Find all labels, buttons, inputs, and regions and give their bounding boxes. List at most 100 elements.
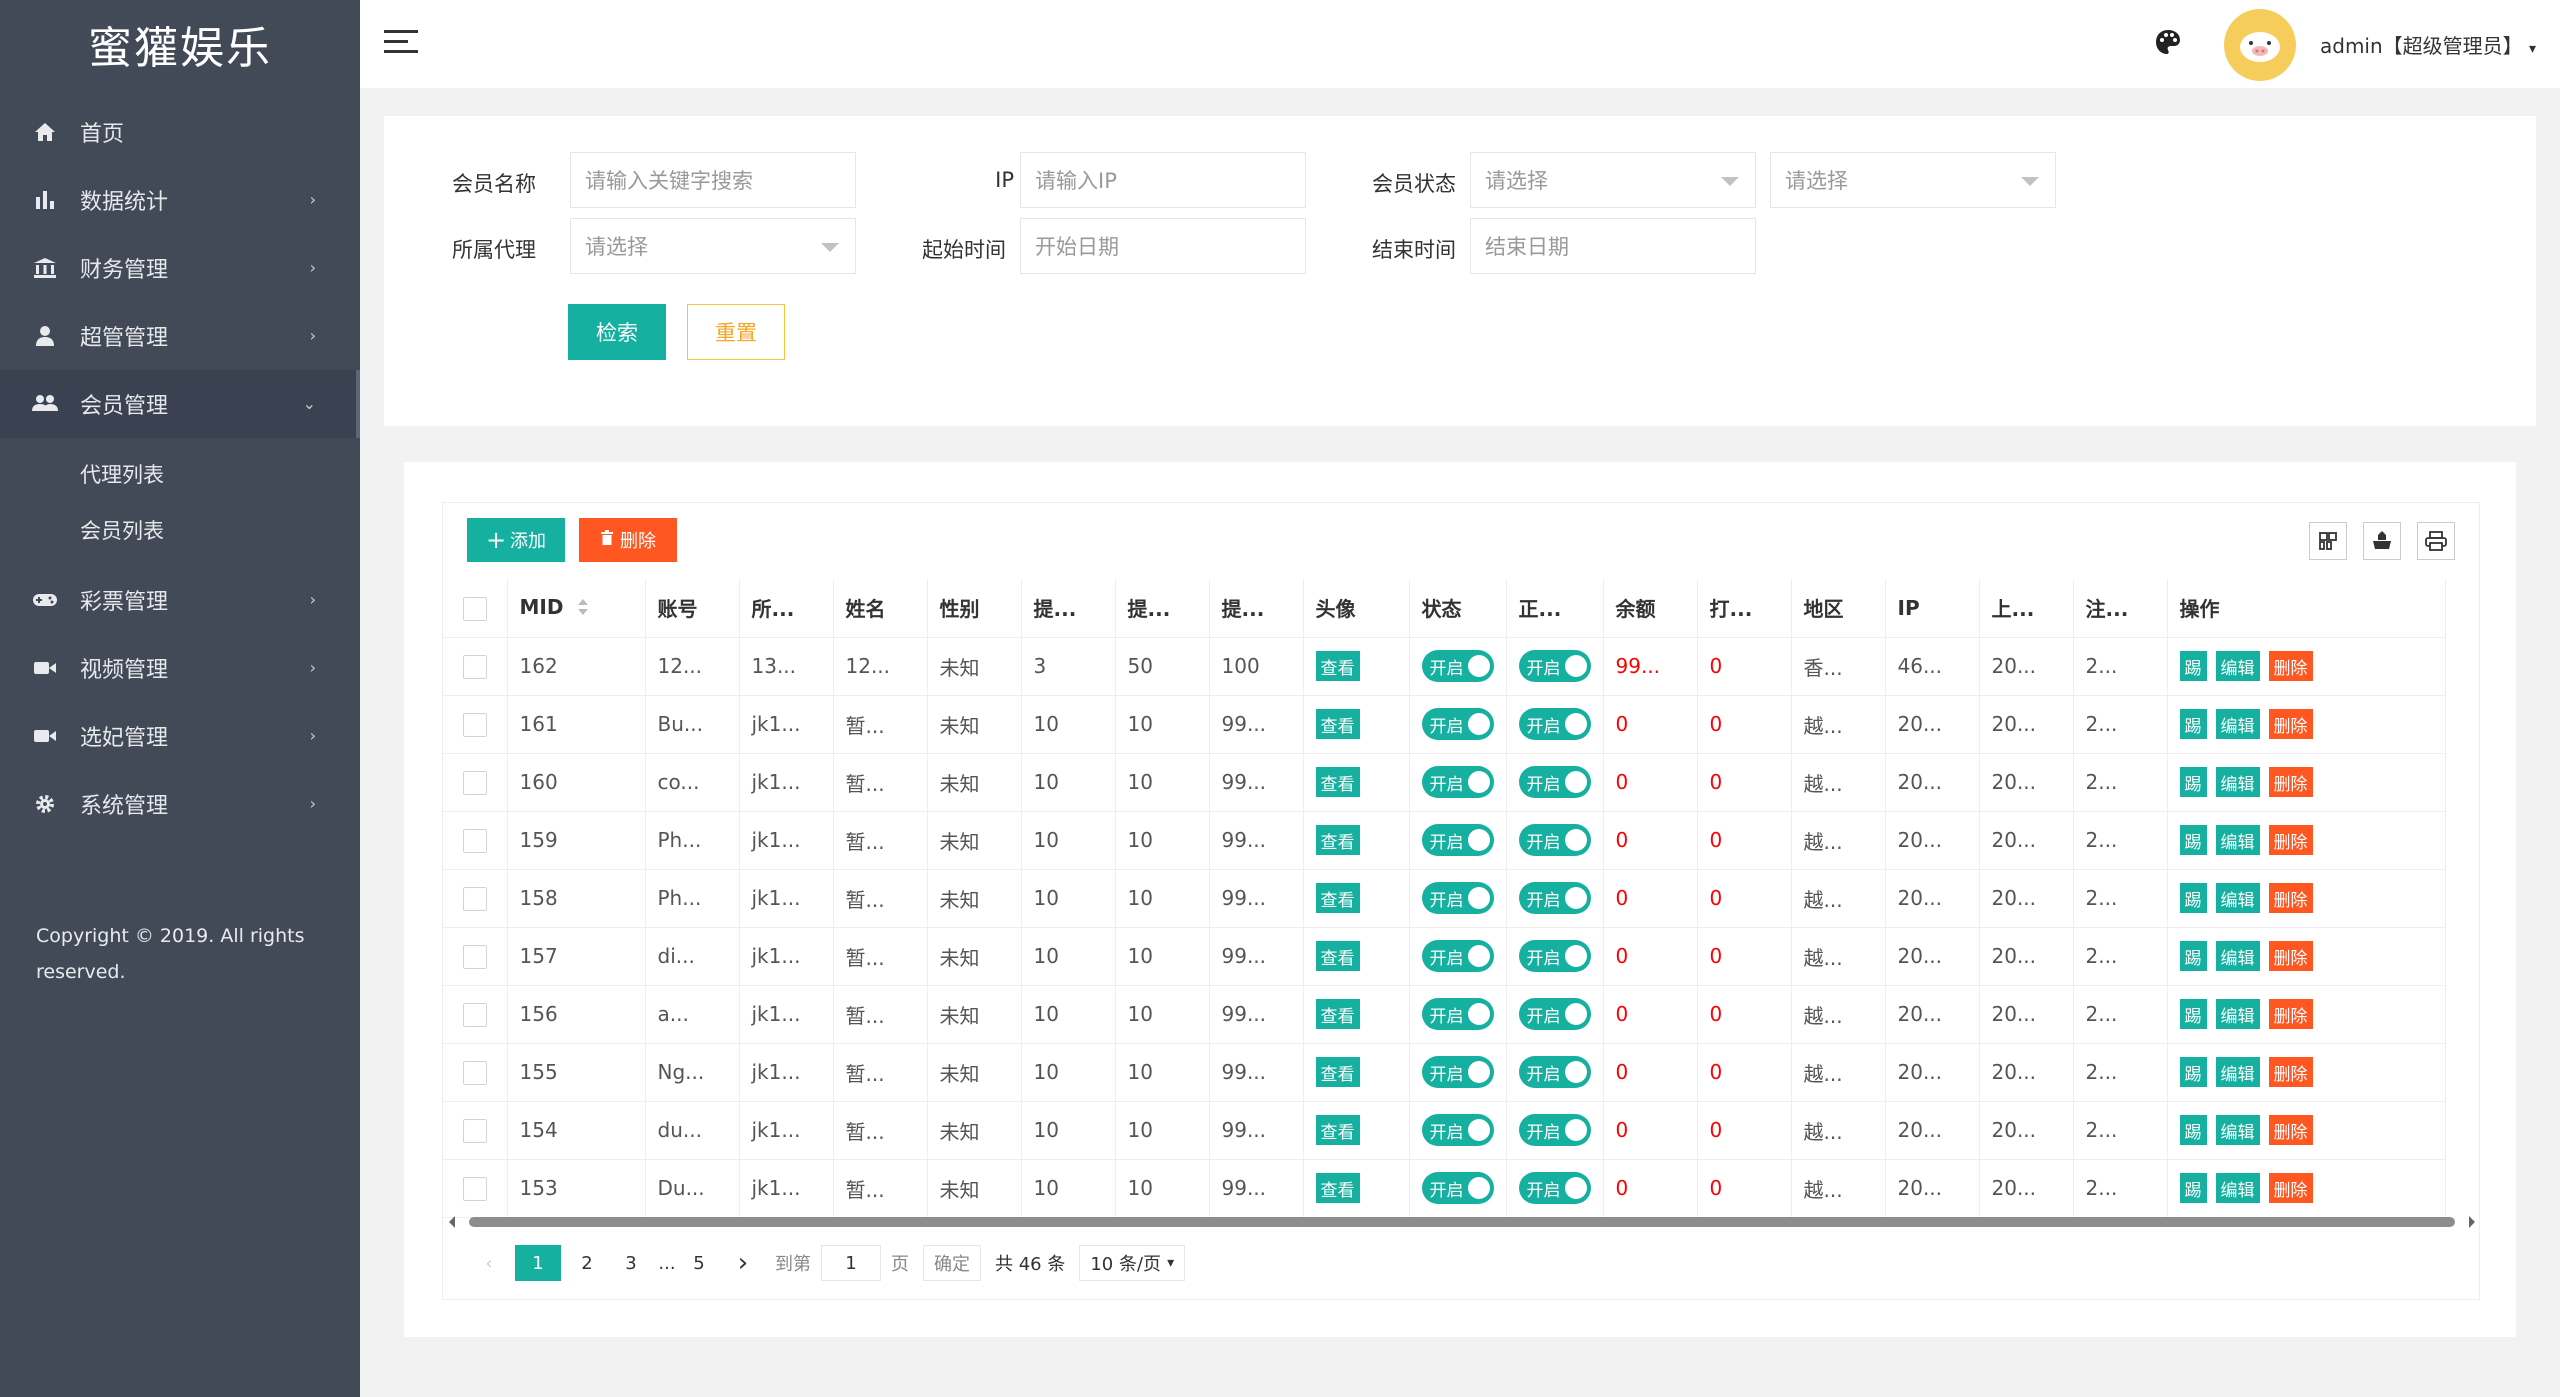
view-avatar-button[interactable]: 查看 [1315, 1057, 1360, 1087]
view-avatar-button[interactable]: 查看 [1315, 1173, 1360, 1203]
kick-button[interactable]: 踢 [2179, 1115, 2207, 1145]
row-checkbox[interactable] [462, 1002, 487, 1027]
avatar[interactable] [2224, 9, 2296, 81]
delete-row-button[interactable]: 删除 [2268, 1057, 2313, 1087]
delete-row-button[interactable]: 删除 [2268, 883, 2313, 913]
scrollbar-thumb[interactable] [469, 1217, 2455, 1227]
status-toggle[interactable]: 开启 [1421, 766, 1494, 798]
normal-toggle[interactable]: 开启 [1518, 708, 1591, 740]
sidebar-item-lottery[interactable]: 彩票管理 › [0, 566, 360, 634]
horizontal-scrollbar[interactable] [443, 1215, 2481, 1229]
member-status-select-2[interactable]: 请选择 [1770, 152, 2056, 208]
palette-icon[interactable] [2154, 28, 2182, 56]
status-toggle[interactable]: 开启 [1421, 998, 1494, 1030]
scroll-right-icon[interactable] [2467, 1215, 2477, 1229]
edit-button[interactable]: 编辑 [2215, 1057, 2260, 1087]
row-checkbox[interactable] [462, 828, 487, 853]
kick-button[interactable]: 踢 [2179, 1057, 2207, 1087]
row-checkbox[interactable] [462, 770, 487, 795]
edit-button[interactable]: 编辑 [2215, 709, 2260, 739]
ip-input[interactable]: 请输入IP [1020, 152, 1306, 208]
view-avatar-button[interactable]: 查看 [1315, 1115, 1360, 1145]
member-status-select[interactable]: 请选择 [1470, 152, 1756, 208]
row-checkbox[interactable] [462, 1118, 487, 1143]
edit-button[interactable]: 编辑 [2215, 1115, 2260, 1145]
page-1[interactable]: 1 [515, 1245, 561, 1281]
reset-button[interactable]: 重置 [687, 304, 785, 360]
normal-toggle[interactable]: 开启 [1518, 1114, 1591, 1146]
page-2[interactable]: 2 [569, 1245, 605, 1281]
print-icon[interactable] [2417, 522, 2455, 560]
sidebar-item-members[interactable]: 会员管理 ⌄ [0, 370, 360, 438]
normal-toggle[interactable]: 开启 [1518, 940, 1591, 972]
delete-row-button[interactable]: 删除 [2268, 1173, 2313, 1203]
sidebar-item-system[interactable]: 系统管理 › [0, 770, 360, 838]
page-5[interactable]: 5 [681, 1245, 717, 1281]
normal-toggle[interactable]: 开启 [1518, 650, 1591, 682]
edit-button[interactable]: 编辑 [2215, 999, 2260, 1029]
view-avatar-button[interactable]: 查看 [1315, 999, 1360, 1029]
kick-button[interactable]: 踢 [2179, 999, 2207, 1029]
view-avatar-button[interactable]: 查看 [1315, 825, 1360, 855]
edit-button[interactable]: 编辑 [2215, 651, 2260, 681]
sidebar-item-concubine[interactable]: 选妃管理 › [0, 702, 360, 770]
view-avatar-button[interactable]: 查看 [1315, 883, 1360, 913]
user-menu[interactable]: admin【超级管理员】 ▾ [2320, 30, 2536, 59]
sidebar-item-home[interactable]: 首页 [0, 98, 360, 166]
delete-row-button[interactable]: 删除 [2268, 941, 2313, 971]
view-avatar-button[interactable]: 查看 [1315, 709, 1360, 739]
sidebar-subitem-member-list[interactable]: 会员列表 [0, 502, 360, 558]
sort-icon[interactable] [577, 597, 589, 621]
normal-toggle[interactable]: 开启 [1518, 882, 1591, 914]
next-page-icon[interactable]: › [725, 1245, 761, 1281]
agent-select[interactable]: 请选择 [570, 218, 856, 274]
sidebar-subitem-agent-list[interactable]: 代理列表 [0, 446, 360, 502]
edit-button[interactable]: 编辑 [2215, 1173, 2260, 1203]
start-date-input[interactable]: 开始日期 [1020, 218, 1306, 274]
normal-toggle[interactable]: 开启 [1518, 1172, 1591, 1204]
kick-button[interactable]: 踢 [2179, 1173, 2207, 1203]
sidebar-item-admin[interactable]: 超管管理 › [0, 302, 360, 370]
select-all-checkbox[interactable] [462, 596, 487, 621]
prev-page-icon[interactable]: ‹ [471, 1245, 507, 1281]
delete-row-button[interactable]: 删除 [2268, 1115, 2313, 1145]
kick-button[interactable]: 踢 [2179, 941, 2207, 971]
member-name-input[interactable]: 请输入关键字搜索 [570, 152, 856, 208]
row-checkbox[interactable] [462, 886, 487, 911]
search-button[interactable]: 检索 [568, 304, 666, 360]
kick-button[interactable]: 踢 [2179, 709, 2207, 739]
delete-row-button[interactable]: 删除 [2268, 999, 2313, 1029]
edit-button[interactable]: 编辑 [2215, 883, 2260, 913]
row-checkbox[interactable] [462, 712, 487, 737]
edit-button[interactable]: 编辑 [2215, 825, 2260, 855]
edit-button[interactable]: 编辑 [2215, 941, 2260, 971]
kick-button[interactable]: 踢 [2179, 825, 2207, 855]
export-icon[interactable] [2363, 522, 2401, 560]
row-checkbox[interactable] [462, 1060, 487, 1085]
status-toggle[interactable]: 开启 [1421, 940, 1494, 972]
normal-toggle[interactable]: 开启 [1518, 1056, 1591, 1088]
edit-button[interactable]: 编辑 [2215, 767, 2260, 797]
status-toggle[interactable]: 开启 [1421, 1056, 1494, 1088]
add-button[interactable]: + 添加 [467, 518, 565, 562]
delete-row-button[interactable]: 删除 [2268, 767, 2313, 797]
normal-toggle[interactable]: 开启 [1518, 766, 1591, 798]
view-avatar-button[interactable]: 查看 [1315, 651, 1360, 681]
row-checkbox[interactable] [462, 654, 487, 679]
sidebar-item-finance[interactable]: 财务管理 › [0, 234, 360, 302]
menu-toggle-icon[interactable] [384, 30, 418, 56]
page-size-select[interactable]: 10 条/页 ▾ [1079, 1245, 1186, 1281]
row-checkbox[interactable] [462, 1176, 487, 1201]
kick-button[interactable]: 踢 [2179, 651, 2207, 681]
delete-row-button[interactable]: 删除 [2268, 709, 2313, 739]
page-3[interactable]: 3 [613, 1245, 649, 1281]
scroll-left-icon[interactable] [447, 1215, 457, 1229]
view-avatar-button[interactable]: 查看 [1315, 941, 1360, 971]
normal-toggle[interactable]: 开启 [1518, 998, 1591, 1030]
row-checkbox[interactable] [462, 944, 487, 969]
kick-button[interactable]: 踢 [2179, 767, 2207, 797]
goto-page-input[interactable]: 1 [821, 1245, 881, 1281]
columns-filter-icon[interactable] [2309, 522, 2347, 560]
end-date-input[interactable]: 结束日期 [1470, 218, 1756, 274]
status-toggle[interactable]: 开启 [1421, 882, 1494, 914]
